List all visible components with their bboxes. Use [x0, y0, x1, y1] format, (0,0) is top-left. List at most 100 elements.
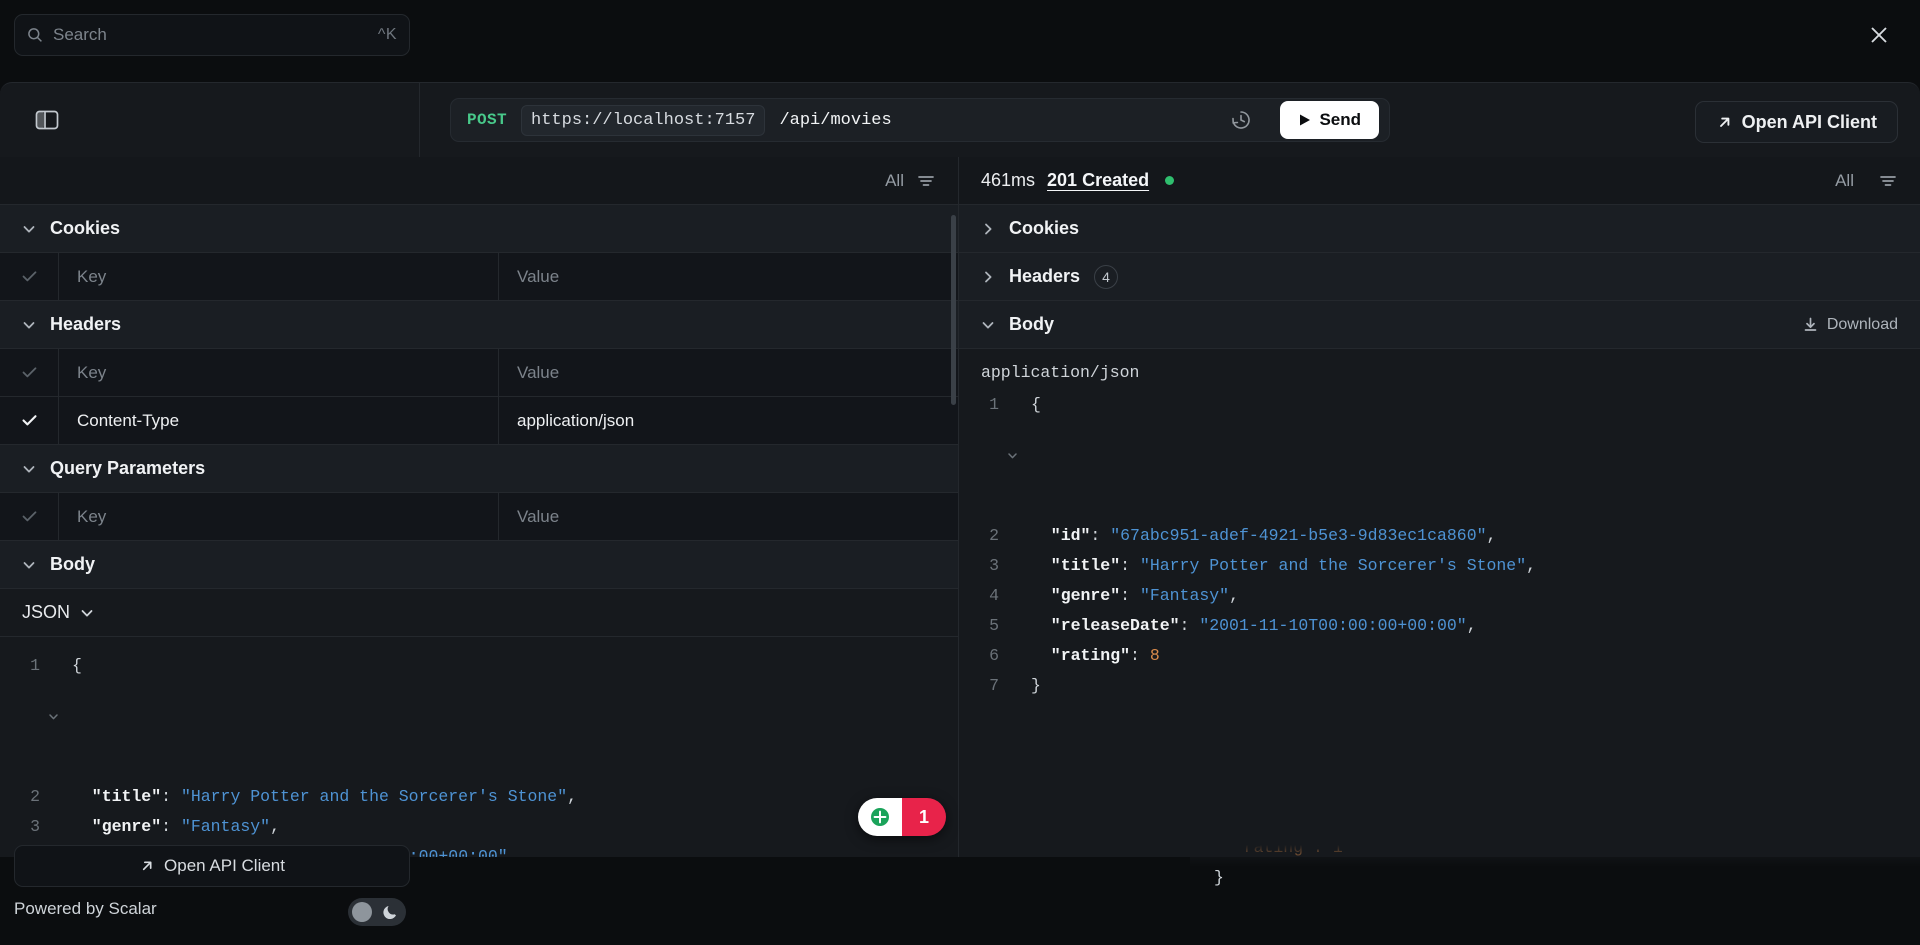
header-value-input[interactable]: Value	[499, 349, 958, 396]
section-title: Cookies	[50, 218, 120, 239]
history-clock-icon[interactable]	[1230, 109, 1252, 131]
search-input[interactable]: Search ^K	[14, 14, 410, 56]
close-icon[interactable]	[1864, 20, 1894, 50]
response-time: 461ms	[981, 170, 1035, 191]
request-filter-label[interactable]: All	[885, 171, 904, 191]
cookie-value-input[interactable]: Value	[499, 253, 958, 300]
code-line: 2 "id": "67abc951-adef-4921-b5e3-9d83ec1…	[959, 521, 1920, 551]
download-button[interactable]: Download	[1802, 316, 1898, 334]
chevron-down-icon	[22, 462, 36, 476]
line-number: 2	[959, 521, 999, 551]
code-line: 3 "title": "Harry Potter and the Sorcere…	[959, 551, 1920, 581]
download-icon	[1802, 316, 1819, 333]
request-section-headers[interactable]: Headers	[0, 301, 958, 349]
browser-extension-badge[interactable]: 1	[858, 798, 946, 836]
request-url-bar[interactable]: POST https://localhost:7157 /api/movies …	[450, 98, 1390, 142]
response-section-headers[interactable]: Headers 4	[959, 253, 1920, 301]
code-line: 3 "genre": "Fantasy",	[0, 812, 958, 842]
code-line: 7 }	[959, 671, 1920, 701]
filter-icon[interactable]	[916, 171, 936, 191]
chevron-down-icon	[22, 558, 36, 572]
line-number: 6	[959, 641, 999, 671]
row-checkbox-unchecked[interactable]	[0, 253, 58, 300]
query-key-input[interactable]: Key	[58, 493, 499, 540]
code-line: 4 "genre": "Fantasy",	[959, 581, 1920, 611]
header-key-input[interactable]: Key	[58, 349, 499, 396]
code-text: {	[66, 651, 82, 782]
section-title: Headers	[50, 314, 121, 335]
extension-badge-count[interactable]: 1	[902, 798, 946, 836]
request-section-query-parameters[interactable]: Query Parameters	[0, 445, 958, 493]
response-filter-label[interactable]: All	[1835, 171, 1854, 191]
code-text: "title": "Harry Potter and the Sorcerer'…	[1025, 551, 1536, 581]
api-client-window: Search ^K POST https://localhost:7157 /a…	[0, 0, 1920, 945]
line-number: 3	[0, 812, 40, 842]
code-text: {	[1025, 390, 1041, 521]
code-text: "genre": "Fantasy",	[1025, 581, 1239, 611]
row-checkbox-unchecked[interactable]	[0, 349, 58, 396]
line-number: 5	[959, 611, 999, 641]
request-body-editor[interactable]: 1 { 2 "title": "Harry Potter and the Sor…	[0, 637, 958, 857]
table-row[interactable]: Content-Type application/json	[0, 397, 958, 445]
code-text: "rating": 8	[1025, 641, 1160, 671]
search-shortcut: ^K	[378, 26, 397, 44]
chevron-down-icon[interactable]	[40, 651, 66, 782]
response-section-body[interactable]: Body Download	[959, 301, 1920, 349]
search-placeholder: Search	[53, 25, 368, 45]
header-key-input[interactable]: Content-Type	[58, 397, 499, 444]
chevron-right-icon	[981, 270, 995, 284]
line-number: 1	[959, 390, 999, 521]
query-value-input[interactable]: Value	[499, 493, 958, 540]
line-number: 1	[0, 651, 40, 782]
table-row[interactable]: Key Value	[0, 253, 958, 301]
section-title: Query Parameters	[50, 458, 205, 479]
row-checkbox-unchecked[interactable]	[0, 493, 58, 540]
request-section-body[interactable]: Body	[0, 541, 958, 589]
section-title: Body	[50, 554, 95, 575]
response-section-cookies[interactable]: Cookies	[959, 205, 1920, 253]
code-text: "title": "Harry Potter and the Sorcerer'…	[66, 782, 577, 812]
status-badge[interactable]: 201 Created	[1047, 170, 1149, 191]
code-text: "genre": "Fantasy",	[66, 812, 280, 842]
cookie-key-input[interactable]: Key	[58, 253, 499, 300]
line-number: 2	[0, 782, 40, 812]
request-pane: All Cookies Key Val	[0, 157, 959, 857]
chevron-down-icon	[22, 318, 36, 332]
chevron-down-icon	[981, 318, 995, 332]
row-checkbox-checked[interactable]	[0, 397, 58, 444]
header-value-input[interactable]: application/json	[499, 397, 958, 444]
chevron-down-icon[interactable]	[999, 390, 1025, 521]
address-bar: POST https://localhost:7157 /api/movies …	[0, 83, 1920, 157]
section-title: Cookies	[1009, 218, 1079, 239]
section-title: Headers	[1009, 266, 1080, 287]
code-text: "releaseDate": "2001-11-10T00:00:00+00:0…	[1025, 611, 1477, 641]
code-text: }	[1025, 671, 1041, 701]
moon-icon	[382, 902, 400, 920]
open-api-client-button[interactable]: Open API Client	[1695, 101, 1898, 143]
code-text: "id": "67abc951-adef-4921-b5e3-9d83ec1ca…	[1025, 521, 1496, 551]
footer-open-api-client-button[interactable]: Open API Client	[14, 845, 410, 887]
footer-open-api-client-label: Open API Client	[164, 856, 285, 876]
server-url-chip[interactable]: https://localhost:7157	[521, 105, 765, 136]
extension-icon[interactable]	[858, 798, 902, 836]
status-dot-icon	[1165, 176, 1174, 185]
body-type-label: JSON	[22, 602, 70, 623]
send-button[interactable]: Send	[1280, 101, 1379, 139]
table-row[interactable]: Key Value	[0, 493, 958, 541]
code-line: 1 {	[959, 390, 1920, 521]
body-type-selector[interactable]: JSON	[0, 589, 958, 637]
chevron-right-icon	[981, 222, 995, 236]
request-section-cookies[interactable]: Cookies	[0, 205, 958, 253]
http-method: POST	[467, 111, 507, 129]
external-link-icon	[139, 858, 155, 874]
response-body-viewer: 1 { 2 "id": "67abc951-adef-4921-b5e3-9d8…	[959, 384, 1920, 701]
filter-icon[interactable]	[1878, 171, 1898, 191]
play-icon	[1298, 113, 1311, 127]
request-pane-header: All	[0, 157, 958, 205]
table-row[interactable]: Key Value	[0, 349, 958, 397]
line-number: 3	[959, 551, 999, 581]
scrollbar-thumb[interactable]	[951, 215, 956, 405]
sidebar-toggle-icon[interactable]	[32, 107, 62, 133]
download-label: Download	[1827, 316, 1898, 334]
request-path[interactable]: /api/movies	[779, 111, 891, 130]
